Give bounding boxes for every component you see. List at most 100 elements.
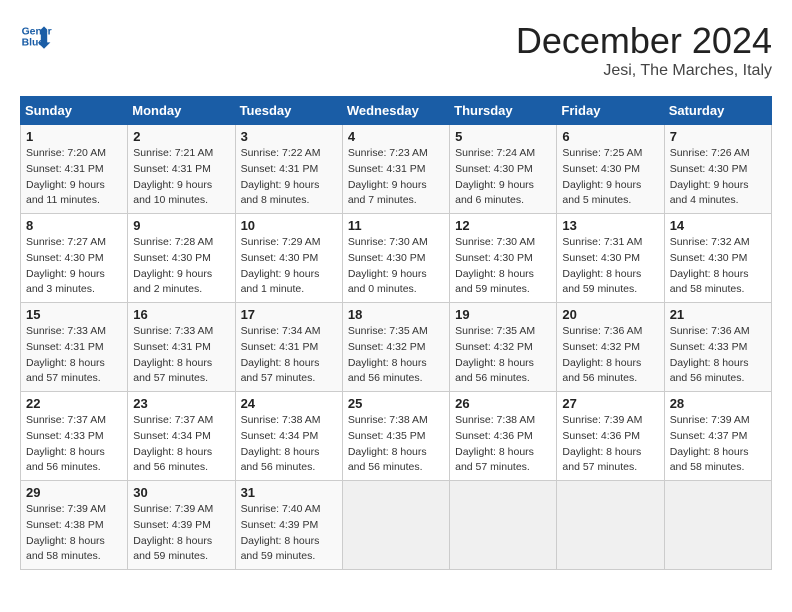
day-cell: 20 Sunrise: 7:36 AMSunset: 4:32 PMDaylig…	[557, 303, 664, 392]
day-number: 8	[26, 218, 122, 233]
day-cell	[342, 481, 449, 570]
day-number: 24	[241, 396, 337, 411]
day-detail: Sunrise: 7:38 AMSunset: 4:34 PMDaylight:…	[241, 413, 337, 476]
day-number: 9	[133, 218, 229, 233]
day-cell: 6 Sunrise: 7:25 AMSunset: 4:30 PMDayligh…	[557, 125, 664, 214]
week-row-4: 22 Sunrise: 7:37 AMSunset: 4:33 PMDaylig…	[21, 392, 772, 481]
day-number: 7	[670, 129, 766, 144]
day-detail: Sunrise: 7:33 AMSunset: 4:31 PMDaylight:…	[26, 324, 122, 387]
day-detail: Sunrise: 7:31 AMSunset: 4:30 PMDaylight:…	[562, 235, 658, 298]
day-cell: 18 Sunrise: 7:35 AMSunset: 4:32 PMDaylig…	[342, 303, 449, 392]
day-number: 11	[348, 218, 444, 233]
day-detail: Sunrise: 7:39 AMSunset: 4:38 PMDaylight:…	[26, 502, 122, 565]
day-cell: 31 Sunrise: 7:40 AMSunset: 4:39 PMDaylig…	[235, 481, 342, 570]
day-detail: Sunrise: 7:40 AMSunset: 4:39 PMDaylight:…	[241, 502, 337, 565]
day-cell: 3 Sunrise: 7:22 AMSunset: 4:31 PMDayligh…	[235, 125, 342, 214]
day-cell	[557, 481, 664, 570]
day-cell: 4 Sunrise: 7:23 AMSunset: 4:31 PMDayligh…	[342, 125, 449, 214]
week-row-3: 15 Sunrise: 7:33 AMSunset: 4:31 PMDaylig…	[21, 303, 772, 392]
day-detail: Sunrise: 7:28 AMSunset: 4:30 PMDaylight:…	[133, 235, 229, 298]
day-cell: 1 Sunrise: 7:20 AMSunset: 4:31 PMDayligh…	[21, 125, 128, 214]
day-detail: Sunrise: 7:37 AMSunset: 4:33 PMDaylight:…	[26, 413, 122, 476]
calendar-body: 1 Sunrise: 7:20 AMSunset: 4:31 PMDayligh…	[21, 125, 772, 570]
col-header-wednesday: Wednesday	[342, 97, 449, 125]
location-title: Jesi, The Marches, Italy	[516, 62, 772, 80]
day-detail: Sunrise: 7:30 AMSunset: 4:30 PMDaylight:…	[455, 235, 551, 298]
day-number: 21	[670, 307, 766, 322]
header-row: SundayMondayTuesdayWednesdayThursdayFrid…	[21, 97, 772, 125]
day-cell: 23 Sunrise: 7:37 AMSunset: 4:34 PMDaylig…	[128, 392, 235, 481]
day-cell: 14 Sunrise: 7:32 AMSunset: 4:30 PMDaylig…	[664, 214, 771, 303]
day-number: 18	[348, 307, 444, 322]
day-number: 12	[455, 218, 551, 233]
day-cell: 19 Sunrise: 7:35 AMSunset: 4:32 PMDaylig…	[450, 303, 557, 392]
day-detail: Sunrise: 7:26 AMSunset: 4:30 PMDaylight:…	[670, 146, 766, 209]
day-detail: Sunrise: 7:23 AMSunset: 4:31 PMDaylight:…	[348, 146, 444, 209]
day-detail: Sunrise: 7:25 AMSunset: 4:30 PMDaylight:…	[562, 146, 658, 209]
col-header-sunday: Sunday	[21, 97, 128, 125]
month-title: December 2024	[516, 20, 772, 62]
day-number: 22	[26, 396, 122, 411]
day-number: 1	[26, 129, 122, 144]
col-header-friday: Friday	[557, 97, 664, 125]
day-cell: 21 Sunrise: 7:36 AMSunset: 4:33 PMDaylig…	[664, 303, 771, 392]
week-row-1: 1 Sunrise: 7:20 AMSunset: 4:31 PMDayligh…	[21, 125, 772, 214]
day-cell: 15 Sunrise: 7:33 AMSunset: 4:31 PMDaylig…	[21, 303, 128, 392]
day-detail: Sunrise: 7:38 AMSunset: 4:36 PMDaylight:…	[455, 413, 551, 476]
day-detail: Sunrise: 7:39 AMSunset: 4:39 PMDaylight:…	[133, 502, 229, 565]
day-detail: Sunrise: 7:33 AMSunset: 4:31 PMDaylight:…	[133, 324, 229, 387]
day-number: 6	[562, 129, 658, 144]
day-number: 14	[670, 218, 766, 233]
day-cell: 30 Sunrise: 7:39 AMSunset: 4:39 PMDaylig…	[128, 481, 235, 570]
day-cell: 8 Sunrise: 7:27 AMSunset: 4:30 PMDayligh…	[21, 214, 128, 303]
day-cell: 5 Sunrise: 7:24 AMSunset: 4:30 PMDayligh…	[450, 125, 557, 214]
col-header-monday: Monday	[128, 97, 235, 125]
day-number: 26	[455, 396, 551, 411]
calendar-header: SundayMondayTuesdayWednesdayThursdayFrid…	[21, 97, 772, 125]
day-detail: Sunrise: 7:35 AMSunset: 4:32 PMDaylight:…	[348, 324, 444, 387]
day-number: 29	[26, 485, 122, 500]
day-number: 30	[133, 485, 229, 500]
day-cell	[450, 481, 557, 570]
day-detail: Sunrise: 7:39 AMSunset: 4:36 PMDaylight:…	[562, 413, 658, 476]
day-detail: Sunrise: 7:39 AMSunset: 4:37 PMDaylight:…	[670, 413, 766, 476]
day-number: 19	[455, 307, 551, 322]
day-cell: 2 Sunrise: 7:21 AMSunset: 4:31 PMDayligh…	[128, 125, 235, 214]
day-detail: Sunrise: 7:24 AMSunset: 4:30 PMDaylight:…	[455, 146, 551, 209]
day-detail: Sunrise: 7:34 AMSunset: 4:31 PMDaylight:…	[241, 324, 337, 387]
day-cell: 28 Sunrise: 7:39 AMSunset: 4:37 PMDaylig…	[664, 392, 771, 481]
day-number: 3	[241, 129, 337, 144]
week-row-5: 29 Sunrise: 7:39 AMSunset: 4:38 PMDaylig…	[21, 481, 772, 570]
day-cell: 26 Sunrise: 7:38 AMSunset: 4:36 PMDaylig…	[450, 392, 557, 481]
svg-text:General: General	[22, 26, 52, 37]
day-detail: Sunrise: 7:22 AMSunset: 4:31 PMDaylight:…	[241, 146, 337, 209]
day-detail: Sunrise: 7:20 AMSunset: 4:31 PMDaylight:…	[26, 146, 122, 209]
col-header-tuesday: Tuesday	[235, 97, 342, 125]
day-number: 23	[133, 396, 229, 411]
day-number: 20	[562, 307, 658, 322]
col-header-thursday: Thursday	[450, 97, 557, 125]
day-detail: Sunrise: 7:32 AMSunset: 4:30 PMDaylight:…	[670, 235, 766, 298]
title-block: December 2024 Jesi, The Marches, Italy	[516, 20, 772, 80]
day-detail: Sunrise: 7:27 AMSunset: 4:30 PMDaylight:…	[26, 235, 122, 298]
day-detail: Sunrise: 7:29 AMSunset: 4:30 PMDaylight:…	[241, 235, 337, 298]
day-cell	[664, 481, 771, 570]
day-number: 31	[241, 485, 337, 500]
day-number: 4	[348, 129, 444, 144]
day-number: 27	[562, 396, 658, 411]
day-number: 15	[26, 307, 122, 322]
col-header-saturday: Saturday	[664, 97, 771, 125]
day-cell: 13 Sunrise: 7:31 AMSunset: 4:30 PMDaylig…	[557, 214, 664, 303]
day-cell: 17 Sunrise: 7:34 AMSunset: 4:31 PMDaylig…	[235, 303, 342, 392]
day-number: 10	[241, 218, 337, 233]
calendar-table: SundayMondayTuesdayWednesdayThursdayFrid…	[20, 96, 772, 570]
logo-icon: General Blue	[20, 20, 52, 52]
day-cell: 7 Sunrise: 7:26 AMSunset: 4:30 PMDayligh…	[664, 125, 771, 214]
day-number: 5	[455, 129, 551, 144]
day-number: 16	[133, 307, 229, 322]
day-detail: Sunrise: 7:36 AMSunset: 4:33 PMDaylight:…	[670, 324, 766, 387]
day-cell: 9 Sunrise: 7:28 AMSunset: 4:30 PMDayligh…	[128, 214, 235, 303]
day-cell: 27 Sunrise: 7:39 AMSunset: 4:36 PMDaylig…	[557, 392, 664, 481]
page-header: General Blue December 2024 Jesi, The Mar…	[20, 20, 772, 80]
day-detail: Sunrise: 7:30 AMSunset: 4:30 PMDaylight:…	[348, 235, 444, 298]
